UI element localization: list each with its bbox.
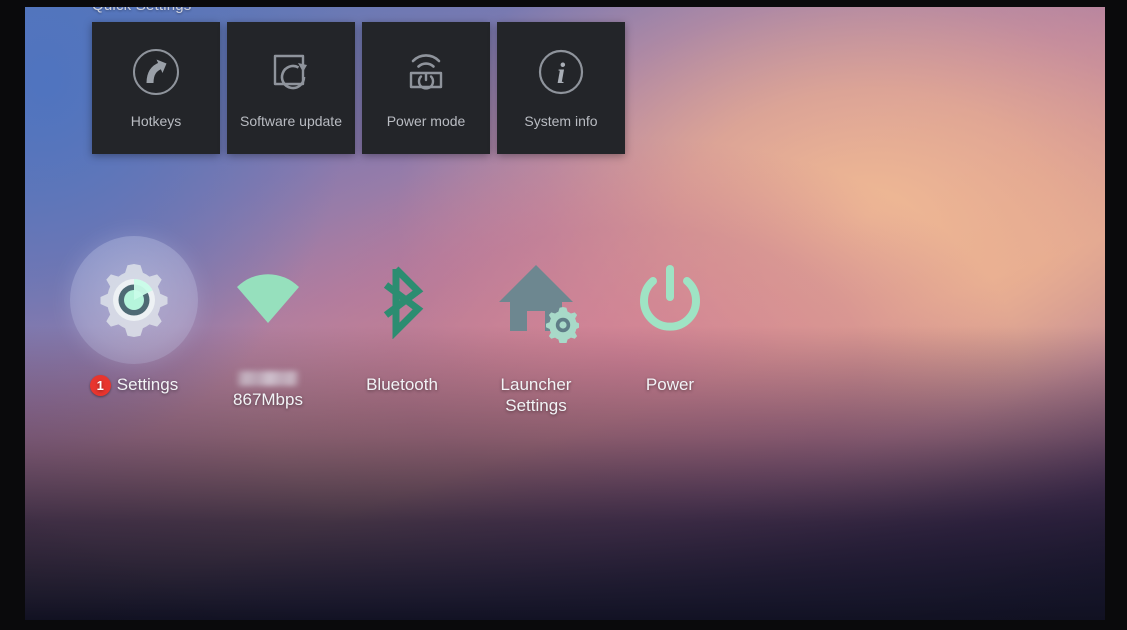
quick-settings-tile-label: Software update [240, 113, 342, 129]
launcher-item-label: Settings [116, 375, 179, 395]
hotkeys-arrow-icon [128, 44, 184, 100]
quick-settings-title: Quick Settings [92, 7, 667, 14]
wifi-ssid-redacted [237, 371, 299, 386]
launcher-settings-home-icon [499, 265, 579, 343]
quick-settings-tile-label: System info [524, 113, 598, 129]
quick-settings-tile-row: Hotkeys Software update Power mode i Sys… [92, 22, 667, 154]
power-icon [640, 265, 700, 331]
wifi-icon-wrap [203, 235, 333, 365]
launcher-item-launcher-settings[interactable]: Launcher Settings [469, 235, 603, 416]
bluetooth-icon [383, 266, 424, 339]
quick-settings-tile-hotkeys[interactable]: Hotkeys [92, 22, 220, 154]
launcher-item-bluetooth[interactable]: Bluetooth [335, 235, 469, 396]
launcher-item-label: Bluetooth [366, 375, 438, 394]
quick-settings-tile-label: Power mode [386, 113, 466, 129]
wifi-icon [237, 274, 299, 323]
power-mode-icon [398, 44, 454, 100]
system-info-icon: i [533, 44, 589, 100]
launcher-item-settings[interactable]: 1 Settings [67, 235, 201, 396]
quick-settings-tile-power-mode[interactable]: Power mode [362, 22, 490, 154]
launcher-item-label: Power [645, 375, 695, 394]
launcher-item-power[interactable]: Power [603, 235, 737, 396]
software-update-icon [263, 44, 319, 100]
launcher-item-label-line1: Launcher [500, 375, 572, 394]
settings-icon-wrap [69, 235, 199, 365]
tv-screen-frame: Quick Settings Hotkeys [0, 0, 1127, 630]
launcher-item-label-wrap: 1 Settings [89, 375, 179, 396]
launcher-item-label-line2: Settings [505, 395, 567, 415]
launcher-settings-icon-wrap [471, 235, 601, 365]
launcher-main-row: 1 Settings 867Mbps Bluetooth Launcher Se… [67, 235, 737, 416]
launcher-item-label: 867Mbps [233, 390, 303, 409]
svg-text:i: i [557, 57, 566, 90]
quick-settings-panel: Quick Settings Hotkeys [67, 7, 667, 154]
quick-settings-tile-label: Hotkeys [130, 113, 182, 129]
bluetooth-icon-wrap [337, 235, 467, 365]
launcher-item-label-wrap: Launcher Settings [501, 375, 572, 416]
settings-gear-icon [100, 264, 168, 337]
settings-notification-badge: 1 [89, 375, 111, 396]
quick-settings-tile-system-info[interactable]: i System info [497, 22, 625, 154]
launcher-screen: Quick Settings Hotkeys [25, 7, 1105, 620]
power-icon-wrap [605, 235, 735, 365]
launcher-item-wifi[interactable]: 867Mbps [201, 235, 335, 411]
quick-settings-tile-software-update[interactable]: Software update [227, 22, 355, 154]
